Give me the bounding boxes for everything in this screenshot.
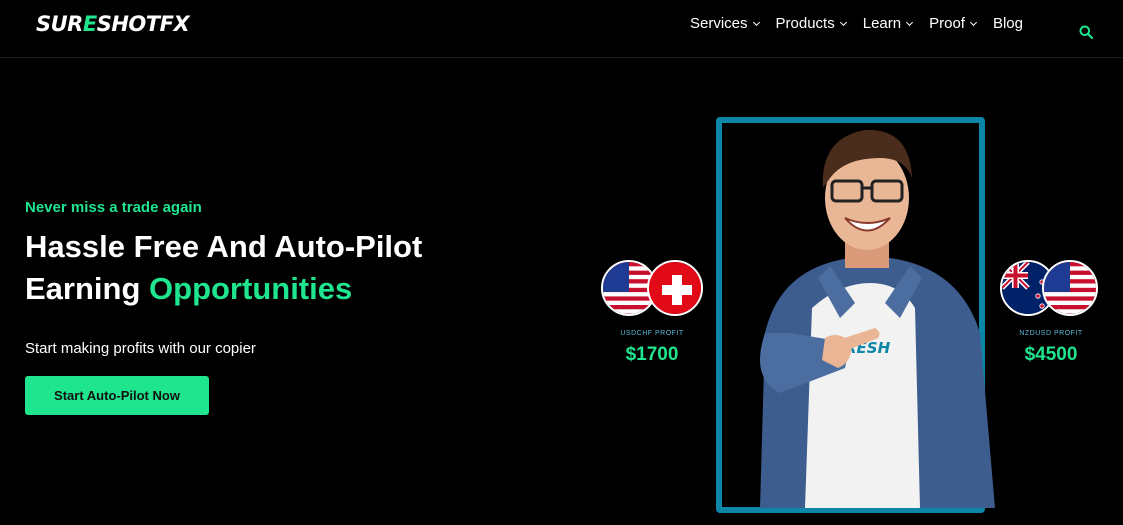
hero-tagline: Never miss a trade again	[25, 199, 202, 216]
logo-text-accent: E	[82, 12, 97, 36]
profit-value: $4500	[1024, 344, 1078, 365]
profit-pair-label: NZDUSD PROFIT	[1019, 330, 1083, 337]
nav-item-products[interactable]: Products	[775, 15, 847, 32]
nav-item-learn[interactable]: Learn	[862, 15, 914, 32]
nav-item-label: Services	[690, 15, 748, 32]
us-flag-icon	[1042, 260, 1098, 316]
profit-value: $1700	[625, 344, 679, 365]
hero-headline: Hassle Free And Auto-Pilot Earning Oppor…	[25, 226, 422, 310]
logo-text-part1: SUR	[36, 12, 83, 36]
nav-item-proof[interactable]: Proof	[929, 15, 978, 32]
chevron-down-icon	[752, 18, 760, 27]
nav-item-label: Products	[775, 15, 835, 32]
nav-item-blog[interactable]: Blog	[993, 15, 1023, 32]
nav-item-services[interactable]: Services	[690, 15, 760, 32]
logo-text-part3: SHOTFX	[96, 12, 190, 36]
nav-item-label: Learn	[862, 15, 902, 32]
nav-item-label: Proof	[929, 15, 965, 32]
main-nav: Services Products Learn Proof Blog	[690, 15, 1040, 32]
logo[interactable]: SURESHOTFX	[36, 12, 190, 36]
swiss-flag-icon	[647, 260, 703, 316]
headline-line1: Hassle Free And Auto-Pilot	[25, 229, 423, 264]
person-illustration: RESH	[760, 129, 995, 508]
chevron-down-icon	[906, 18, 914, 27]
chevron-down-icon	[839, 18, 847, 27]
search-icon[interactable]	[1079, 25, 1093, 39]
profit-pair-label: USDCHF PROFIT	[620, 330, 684, 337]
site-header: SURESHOTFX Services Products Learn Proof…	[0, 0, 1123, 58]
hero-subtext: Start making profits with our copier	[25, 340, 256, 357]
start-autopilot-button[interactable]: Start Auto-Pilot Now	[25, 376, 209, 415]
chevron-down-icon	[969, 18, 978, 27]
headline-line2: Earning	[25, 271, 150, 306]
nav-item-label: Blog	[992, 15, 1023, 32]
headline-highlight: Opportunities	[149, 271, 353, 306]
